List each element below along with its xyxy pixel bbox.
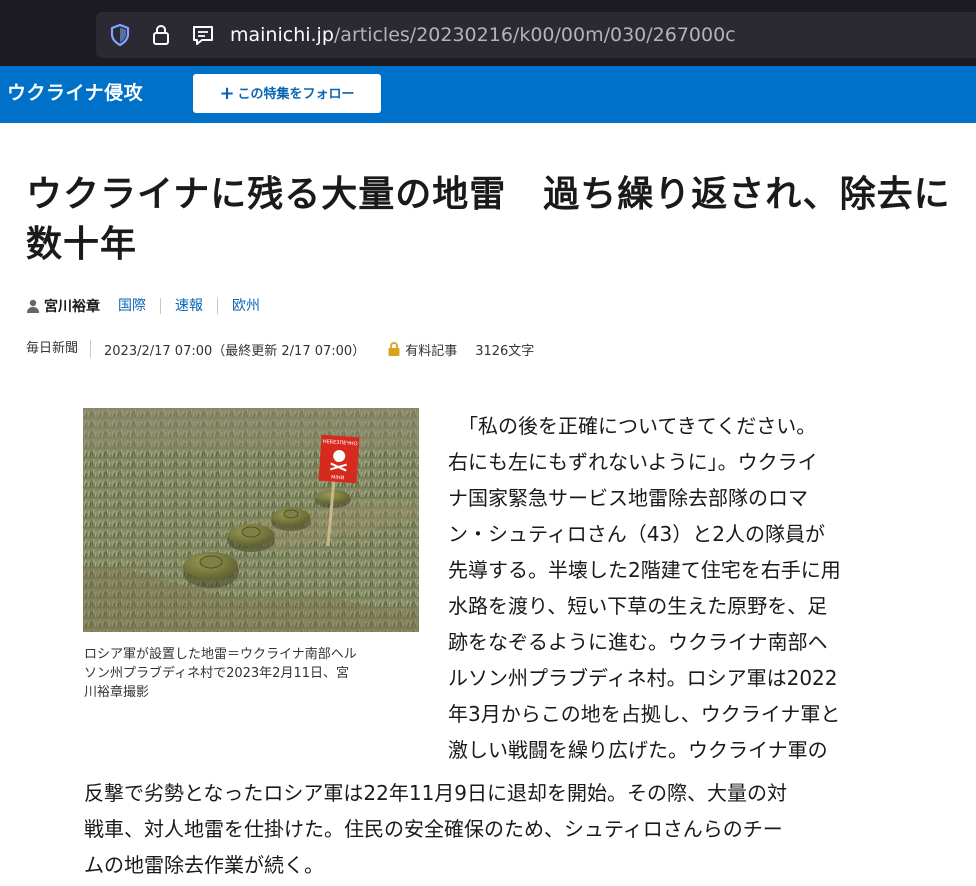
body-line: 激しい戦闘を繰り広げた。ウクライナ軍の — [448, 738, 828, 762]
body-line: 先導する。半壊した2階建て住宅を右手に用 — [448, 558, 841, 582]
person-icon — [27, 299, 39, 313]
author-name: 宮川裕章 — [44, 299, 100, 315]
plus-icon: + — [219, 83, 235, 104]
url-bar[interactable]: mainichi.jp/articles/20230216/k00/00m/03… — [96, 12, 976, 58]
body-line: 跡をなぞるように進む。ウクライナ南部ヘ — [448, 630, 828, 654]
body-line: 戦車、対人地雷を仕掛けた。住民の安全確保のため、シュティロさんらのチー — [84, 817, 783, 841]
url-path: /articles/20230216/k00/00m/030/267000c — [333, 24, 736, 46]
url-text[interactable]: mainichi.jp/articles/20230216/k00/00m/03… — [230, 22, 736, 48]
lock-icon[interactable] — [148, 22, 174, 48]
body-line: ムの地雷除去作業が続く。 — [84, 853, 324, 877]
caption-line: 川裕章撮影 — [84, 685, 150, 700]
body-line: 年3月からこの地を占拠し、ウクライナ軍と — [448, 702, 841, 726]
article-body-continued: 反撃で劣勢となったロシア軍は22年11月9日に退却を開始。その際、大量の対 戦車… — [84, 775, 904, 883]
source-name: 毎日新聞 — [26, 340, 92, 358]
article-body: 「私の後を正確についてきてください。 右にも左にもずれないように」。ウクライ ナ… — [448, 408, 900, 768]
section-title[interactable]: ウクライナ侵攻 — [7, 80, 143, 106]
publish-date: 2023/2/17 07:00（最終更新 2/17 07:00） — [104, 343, 366, 359]
url-domain: mainichi.jp — [230, 24, 334, 46]
paid-article-badge: 有料記事 — [387, 340, 475, 359]
reader-view-icon[interactable] — [190, 22, 216, 48]
char-count: 3126文字 — [475, 343, 535, 359]
photo-caption: ロシア軍が設置した地雷＝ウクライナ南部ヘル ソン州プラブディネ村で2023年2月… — [84, 645, 420, 702]
tag-link[interactable]: 速報 — [160, 298, 217, 314]
body-line: 水路を渡り、短い下草の生えた原野を、足 — [448, 594, 828, 618]
paid-label: 有料記事 — [405, 343, 458, 359]
body-line: ン・シュティロさん（43）と2人の隊員が — [448, 522, 825, 546]
tag-link[interactable]: 欧州 — [217, 298, 274, 314]
tag-link[interactable]: 国際 — [118, 298, 160, 314]
body-line: ナ国家緊急サービス地雷除去部隊のロマ — [448, 486, 808, 510]
caption-line: ロシア軍が設置した地雷＝ウクライナ南部ヘル — [84, 647, 357, 662]
browser-toolbar: mainichi.jp/articles/20230216/k00/00m/03… — [0, 0, 976, 66]
body-line: 右にも左にもずれないように」。ウクライ — [448, 450, 818, 474]
body-line: ルソン州プラブディネ村。ロシア軍は2022 — [448, 666, 838, 690]
article-byline: 宮川裕章 国際 速報 欧州 — [26, 296, 274, 316]
shield-icon[interactable] — [107, 22, 133, 48]
body-line: 「私の後を正確についてきてください。 — [448, 414, 817, 438]
follow-topic-button[interactable]: + この特集をフォロー — [193, 74, 381, 113]
body-line: 反撃で劣勢となったロシア軍は22年11月9日に退却を開始。その際、大量の対 — [84, 781, 788, 805]
caption-line: ソン州プラブディネ村で2023年2月11日、宮 — [84, 666, 349, 681]
author-link[interactable]: 宮川裕章 — [26, 296, 118, 316]
article-photo[interactable]: НЕБЕЗПЕЧНО МІНИ — [83, 408, 419, 632]
article-headline: ウクライナに残る大量の地雷 過ち繰り返され、除去に数十年 — [26, 174, 951, 265]
article-meta: 毎日新聞 2023/2/17 07:00（最終更新 2/17 07:00） 有料… — [26, 338, 534, 360]
follow-label: この特集をフォロー — [237, 87, 355, 102]
section-header: ウクライナ侵攻 + この特集をフォロー — [0, 66, 976, 123]
lock-icon — [388, 342, 400, 356]
svg-text:МІНИ: МІНИ — [331, 474, 345, 481]
mine-shape — [183, 552, 239, 588]
